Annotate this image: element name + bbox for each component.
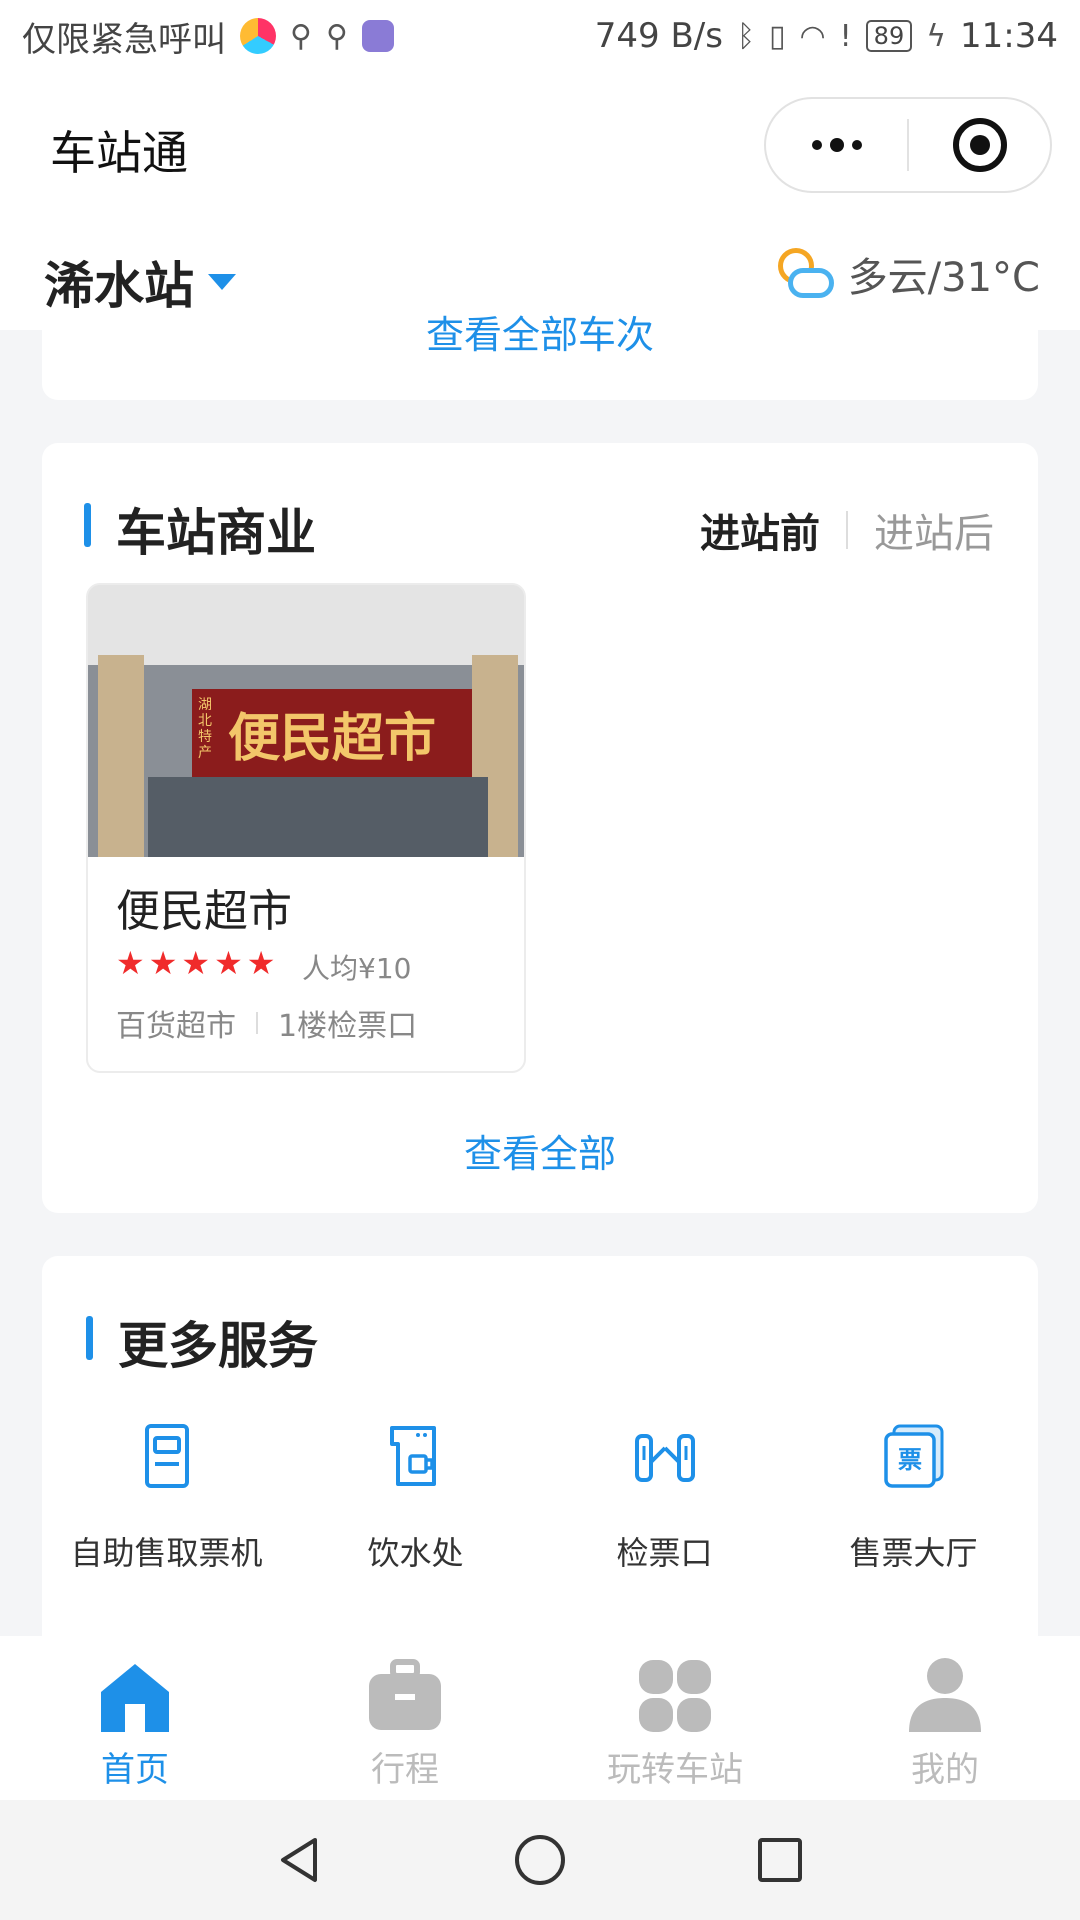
meta-divider (256, 1012, 258, 1034)
tab-home[interactable]: 首页 (0, 1636, 270, 1800)
service-label: 饮水处 (367, 1534, 464, 1572)
home-circle-icon (515, 1835, 565, 1885)
menu-capsule (764, 97, 1052, 193)
services-grid: 自助售取票机 饮水处 检票口 票 售票大厅 (42, 1422, 1038, 1574)
service-water[interactable]: 饮水处 (291, 1422, 540, 1574)
tab-divider (846, 511, 848, 549)
tab-label: 行程 (371, 1750, 439, 1790)
section-title: 更多服务 (118, 1317, 318, 1375)
shop-meta: 百货超市 1楼检票口 (116, 1001, 417, 1045)
exit-target-icon (952, 118, 1007, 172)
app-title: 车站通 (50, 126, 188, 180)
ticket-glyph: 票 (898, 1446, 922, 1474)
service-ticket-gate[interactable]: 检票口 (540, 1422, 789, 1574)
tab-label: 玩转车站 (607, 1750, 743, 1790)
carrier-text: 仅限紧急呼叫 (22, 19, 226, 60)
service-label: 售票大厅 (849, 1534, 978, 1572)
service-label: 检票口 (616, 1534, 713, 1572)
more-button[interactable] (766, 138, 907, 152)
system-nav-bar (0, 1800, 1080, 1920)
app-notification-icon (240, 18, 276, 54)
weather-text: 多云/31°C (847, 255, 1040, 301)
close-button[interactable] (909, 118, 1050, 172)
water-dispenser-icon (389, 1426, 436, 1486)
usb-icon: ⚲ (290, 18, 312, 54)
ticket-hall-icon: 票 (883, 1424, 943, 1488)
shop-card[interactable]: 湖北特产 便民超市 便民超市 ★ ★ ★ ★ ★ 人均¥10 百货超市 1楼检票… (86, 583, 526, 1073)
shop-sign-text: 便民超市 (227, 707, 436, 769)
more-dot (811, 140, 822, 150)
tab-after-entry[interactable]: 进站后 (874, 501, 994, 559)
sim-alert-icon: ! (839, 18, 852, 54)
recents-square-icon (758, 1838, 802, 1882)
recents-button[interactable] (750, 1830, 810, 1890)
tab-trips[interactable]: 行程 (270, 1636, 540, 1800)
back-button[interactable] (270, 1830, 330, 1890)
star-icon: ★ (214, 944, 243, 982)
shop-location: 1楼检票口 (278, 1009, 418, 1044)
shop-photo: 湖北特产 便民超市 (88, 585, 524, 857)
star-icon: ★ (116, 944, 145, 982)
vibrate-icon: ▯ (768, 18, 786, 54)
station-selector[interactable]: 浠水站 (44, 246, 194, 318)
star-icon: ★ (181, 944, 211, 982)
service-ticket-machine[interactable]: 自助售取票机 (42, 1422, 291, 1574)
shop-category: 百货超市 (116, 1009, 236, 1044)
home-icon (101, 1664, 169, 1732)
more-dot (829, 138, 844, 152)
more-dot (851, 140, 862, 150)
back-triangle-icon (281, 1838, 317, 1882)
more-services-card: 更多服务 自助售取票机 饮水处 检票口 票 售票大厅 (42, 1256, 1038, 1636)
business-tabs: 进站前 进站后 (700, 501, 994, 559)
battery-icon: 89 (865, 20, 913, 52)
wifi-icon: ◠ (799, 18, 826, 54)
service-ticket-hall[interactable]: 票 售票大厅 (789, 1422, 1038, 1574)
tab-label: 首页 (101, 1750, 169, 1790)
service-label: 自助售取票机 (70, 1534, 263, 1572)
shop-name: 便民超市 (116, 886, 292, 937)
home-button[interactable] (510, 1830, 570, 1890)
app-notification-icon-2 (361, 20, 394, 52)
weather-widget: 多云/31°C (770, 242, 1040, 306)
briefcase-icon (369, 1659, 441, 1730)
partly-cloudy-icon (770, 242, 836, 306)
net-speed: 749 B/s (594, 16, 723, 56)
mini-program-header: 车站通 (0, 72, 1080, 222)
tab-explore-station[interactable]: 玩转车站 (540, 1636, 810, 1800)
grid-icon (639, 1660, 711, 1732)
star-icon: ★ (148, 944, 178, 982)
charging-icon: ϟ (926, 18, 947, 54)
usb-icon-2: ⚲ (325, 18, 348, 54)
profile-icon (909, 1658, 981, 1732)
tab-profile[interactable]: 我的 (810, 1636, 1080, 1800)
ticket-gate-icon (634, 1434, 695, 1482)
bottom-tab-bar: 首页 行程 玩转车站 我的 (0, 1636, 1080, 1800)
station-business-card: 车站商业 进站前 进站后 湖北特产 便民超市 便民超市 ★ ★ ★ ★ ★ 人均… (42, 443, 1038, 1213)
view-all-trains-link[interactable]: 查看全部车次 (42, 310, 1038, 359)
rating-stars: ★ ★ ★ ★ ★ (116, 947, 275, 979)
ticket-machine-icon (144, 1424, 189, 1488)
star-icon: ★ (246, 944, 276, 982)
avg-price: 人均¥10 (302, 952, 412, 985)
caret-down-icon[interactable] (208, 274, 236, 290)
tab-label: 我的 (911, 1750, 979, 1790)
bluetooth-icon: ᛒ (736, 18, 755, 54)
status-right: 749 B/s ᛒ ▯ ◠ ! 89 ϟ 11:34 (595, 16, 1058, 56)
section-title: 车站商业 (116, 504, 316, 562)
clock: 11:34 (960, 16, 1058, 56)
view-all-link[interactable]: 查看全部 (42, 1123, 1038, 1178)
shop-sign-sub: 湖北特产 (198, 697, 212, 761)
status-left: 仅限紧急呼叫 ⚲ ⚲ (22, 12, 394, 61)
status-bar: 仅限紧急呼叫 ⚲ ⚲ 749 B/s ᛒ ▯ ◠ ! 89 ϟ 11:34 (0, 0, 1080, 72)
shop-sign: 湖北特产 便民超市 (192, 689, 472, 777)
trains-card: 查看全部车次 (42, 310, 1038, 400)
section-accent-bar (84, 503, 91, 547)
tab-before-entry[interactable]: 进站前 (700, 501, 820, 559)
section-accent-bar (86, 1316, 93, 1360)
